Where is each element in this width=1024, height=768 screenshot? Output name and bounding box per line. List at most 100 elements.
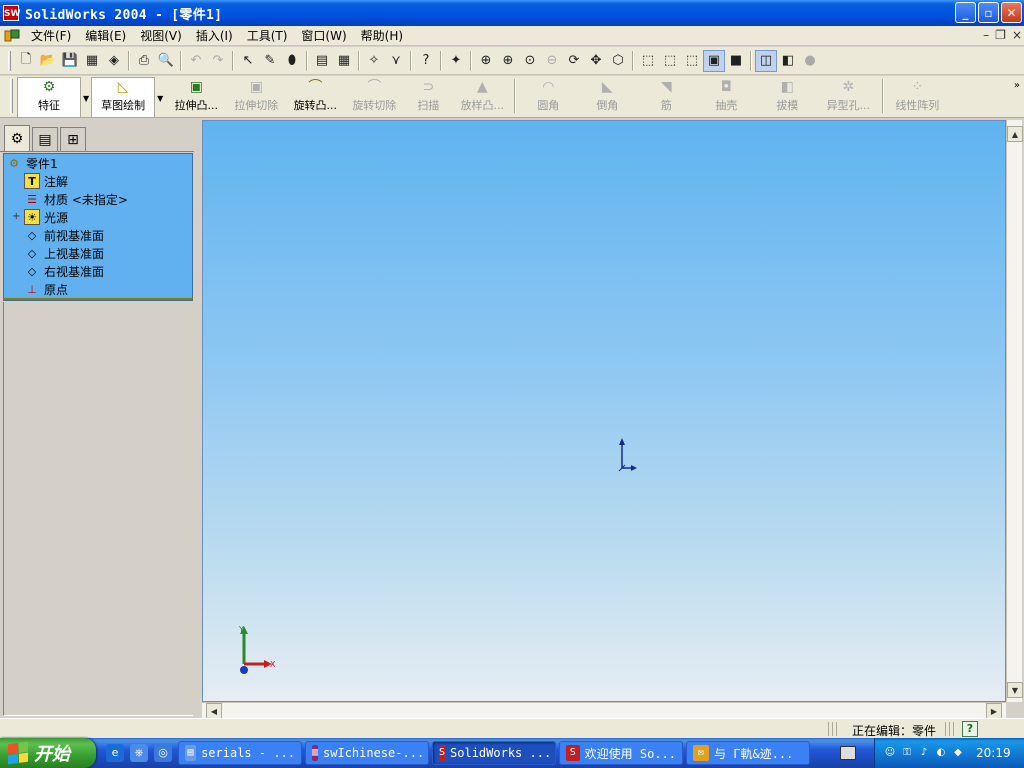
draft-button[interactable]: ◧ 拔模 [757, 77, 817, 117]
property-manager-tab[interactable]: ▤ [32, 127, 58, 151]
hidden-lines-gray-icon[interactable]: ⬚ [659, 50, 681, 72]
minimize-button[interactable]: _ [955, 2, 976, 23]
wireframe-icon[interactable]: ⬚ [637, 50, 659, 72]
doc-minimize-button[interactable]: – [983, 28, 989, 42]
tree-item-part[interactable]: ⚙ 零件1 [6, 154, 58, 172]
sketch-pencil-icon[interactable]: ✎ [259, 50, 281, 72]
new-file-icon[interactable]: 🗋 [15, 50, 37, 72]
select-arrow-icon[interactable]: ↖ [237, 50, 259, 72]
network-icon[interactable]: ⚿ [900, 746, 914, 760]
pan-icon[interactable]: ✥ [585, 50, 607, 72]
menu-insert[interactable]: 插入(I) [189, 27, 240, 44]
menu-help[interactable]: 帮助(H) [354, 27, 410, 44]
scroll-left-arrow-icon[interactable]: ◀ [206, 703, 222, 719]
print-preview-icon[interactable]: 🔍 [155, 50, 177, 72]
scroll-up-arrow-icon[interactable]: ▲ [1007, 126, 1023, 142]
configuration-manager-tab[interactable]: ⊞ [60, 127, 86, 151]
reference-geometry-icon[interactable]: ✦ [445, 50, 467, 72]
zoom-area-icon[interactable]: ⊙ [519, 50, 541, 72]
menu-window[interactable]: 窗口(W) [294, 27, 353, 44]
help-icon[interactable]: ? [415, 50, 437, 72]
tree-item-lights[interactable]: ☀ 光源 [24, 208, 68, 226]
title-bar[interactable]: SW SolidWorks 2004 - [零件1] _ ▫ ✕ [0, 0, 1024, 26]
toolbar-overflow-icon[interactable]: » [1014, 80, 1020, 91]
zoom-out-icon[interactable]: ⊖ [541, 50, 563, 72]
volume-icon[interactable]: ♪ [917, 746, 931, 760]
taskbar-item-swichinese[interactable]: ▥ swIchinese-... [305, 741, 429, 765]
quick-launch-icon[interactable]: ⎈ [130, 744, 148, 762]
clock[interactable]: 20:19 [976, 746, 1011, 760]
scroll-down-arrow-icon[interactable]: ▼ [1007, 682, 1023, 698]
tree-item-front-plane[interactable]: ◇ 前视基准面 [24, 226, 104, 244]
expand-icon[interactable]: + [12, 211, 20, 222]
keyboard-icon[interactable] [840, 746, 856, 760]
revolved-cut-button[interactable]: ⌒ 旋转切除 [345, 77, 403, 117]
print-icon[interactable]: ⎙ [133, 50, 155, 72]
menu-edit[interactable]: 编辑(E) [78, 27, 133, 44]
tree-item-material[interactable]: ☰ 材质 <未指定> [24, 190, 128, 208]
extruded-cut-button[interactable]: ▣ 拉伸切除 [227, 77, 285, 117]
vertical-scrollbar[interactable]: ▲ ▼ [1006, 120, 1023, 702]
realview-icon[interactable]: ● [799, 50, 821, 72]
qq-icon[interactable]: ☺ [883, 746, 897, 760]
section-view-icon[interactable]: ◧ [777, 50, 799, 72]
tray-app-icon[interactable]: ◐ [934, 746, 948, 760]
linear-pattern-button[interactable]: ⁘ 线性阵列 [887, 77, 947, 117]
view-orientation-icon[interactable]: ⬡ [607, 50, 629, 72]
make-assembly-icon[interactable]: ◈ [103, 50, 125, 72]
taskbar-item-welcome[interactable]: S 欢迎使用 So... [559, 741, 683, 765]
table-icon[interactable]: ▦ [333, 50, 355, 72]
taskbar-item-chat[interactable]: ✉ 与 Γ軌&迹... [686, 741, 810, 765]
extruded-boss-button[interactable]: ▣ 拉伸凸... [165, 77, 227, 117]
scroll-right-arrow-icon[interactable]: ▶ [986, 703, 1002, 719]
loft-button[interactable]: ▲ 放样凸... [453, 77, 511, 117]
zoom-in-icon[interactable]: ⊕ [497, 50, 519, 72]
rotate-view-icon[interactable]: ⟳ [563, 50, 585, 72]
chevron-down-icon[interactable]: ▼ [83, 94, 89, 103]
open-file-icon[interactable]: 📂 [37, 50, 59, 72]
undo-icon[interactable]: ↶ [185, 50, 207, 72]
doc-close-button[interactable]: × [1012, 28, 1022, 42]
rollback-bar[interactable] [3, 298, 193, 300]
tree-item-origin[interactable]: ⊥ 原点 [24, 280, 68, 298]
options-grid-icon[interactable]: ▤ [311, 50, 333, 72]
tab-sketch[interactable]: ◺ 草图绘制 [91, 77, 156, 117]
taskbar-item-serials[interactable]: ▤ serials - ... [178, 741, 302, 765]
graphics-area[interactable] [202, 120, 1006, 702]
zoom-to-fit-icon[interactable]: ⊕ [475, 50, 497, 72]
make-drawing-icon[interactable]: ▦ [81, 50, 103, 72]
tree-item-top-plane[interactable]: ◇ 上视基准面 [24, 244, 104, 262]
hidden-lines-removed-icon[interactable]: ⬚ [681, 50, 703, 72]
help-icon[interactable]: ? [962, 721, 978, 737]
menu-view[interactable]: 视图(V) [133, 27, 189, 44]
measure-icon[interactable]: ✧ [363, 50, 385, 72]
shaded-icon[interactable]: ■ [725, 50, 747, 72]
perspective-icon[interactable]: ◫ [755, 49, 777, 72]
chevron-down-icon[interactable]: ▼ [157, 94, 163, 103]
tray-app-icon[interactable]: ◆ [951, 746, 965, 760]
solidworks-app-icon[interactable]: SW [3, 5, 20, 21]
menu-tools[interactable]: 工具(T) [240, 27, 295, 44]
chamfer-button[interactable]: ◣ 倒角 [577, 77, 637, 117]
revolved-boss-button[interactable]: ⌒ 旋转凸... [285, 77, 345, 117]
filter-icon[interactable]: ⋎ [385, 50, 407, 72]
sweep-button[interactable]: ⊃ 扫描 [403, 77, 453, 117]
shell-button[interactable]: ◘ 抽壳 [695, 77, 757, 117]
horizontal-scrollbar[interactable]: ◀ ▶ [202, 702, 1006, 719]
fillet-button[interactable]: ◠ 圆角 [519, 77, 577, 117]
shaded-edges-icon[interactable]: ▣ [703, 49, 725, 72]
tree-item-annotations[interactable]: T 注解 [24, 172, 68, 190]
close-button[interactable]: ✕ [1001, 2, 1022, 23]
toolbar-grip[interactable] [8, 50, 11, 71]
internet-explorer-icon[interactable]: e [106, 744, 124, 762]
feature-manager-tab[interactable]: ⚙ [4, 125, 30, 151]
quick-launch-icon[interactable]: ◎ [154, 744, 172, 762]
menu-file[interactable]: 文件(F) [24, 27, 78, 44]
rebuild-traffic-light-icon[interactable]: ⬮ [281, 50, 303, 72]
toolbar-grip[interactable] [10, 79, 13, 113]
taskbar-item-solidworks[interactable]: S SolidWorks ... [432, 741, 556, 765]
save-icon[interactable]: 💾 [59, 50, 81, 72]
tab-features[interactable]: ⚙ 特征 [17, 77, 81, 117]
tree-item-right-plane[interactable]: ◇ 右视基准面 [24, 262, 104, 280]
rib-button[interactable]: ◥ 筋 [637, 77, 695, 117]
